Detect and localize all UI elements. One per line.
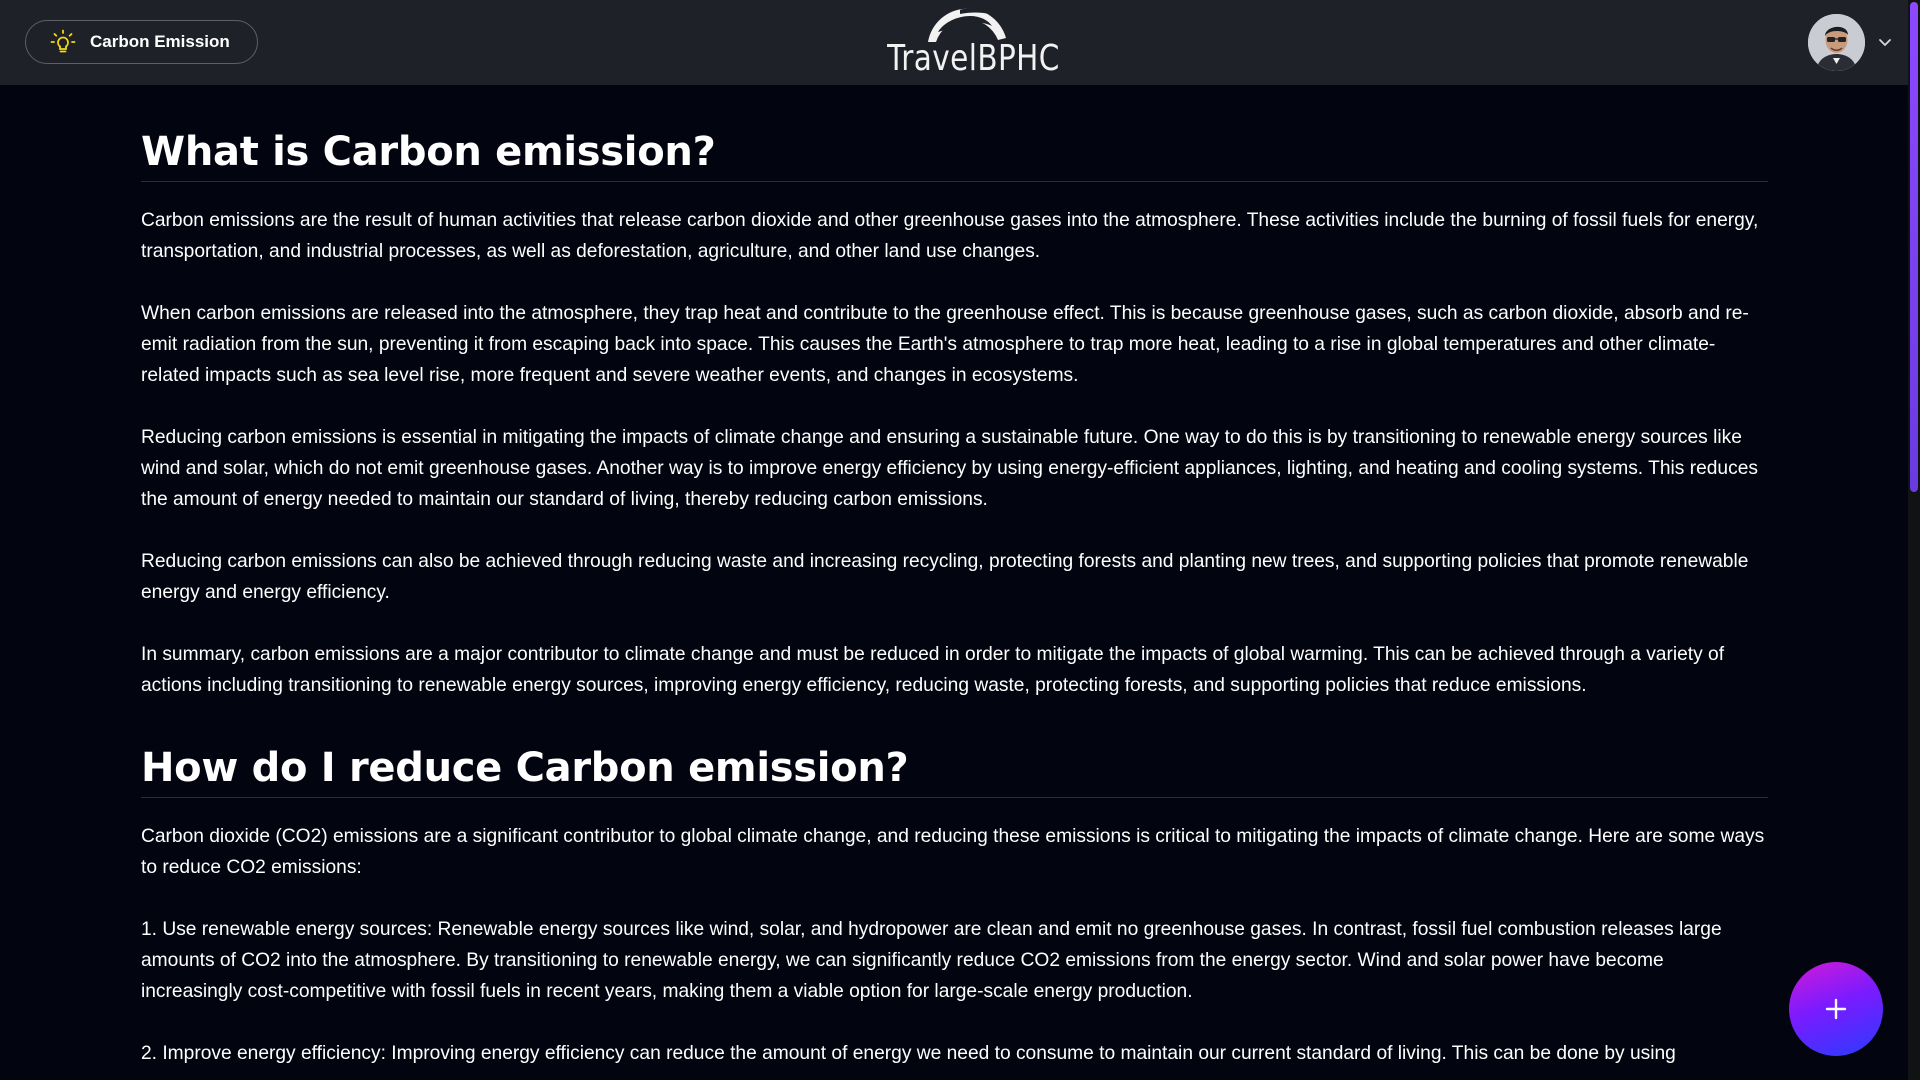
page-scrollbar[interactable] [1908,0,1920,1080]
scrollbar-thumb[interactable] [1910,2,1918,492]
travelbphc-logo[interactable]: TravelBPHC [870,4,1060,84]
paragraph: Carbon dioxide (CO2) emissions are a sig… [141,826,1765,878]
section-title-how-to-reduce: How do I reduce Carbon emission? [141,745,1768,798]
carbon-emission-label: Carbon Emission [90,32,230,51]
avatar-image [1808,14,1865,71]
paragraph: Reducing carbon emissions is essential i… [141,427,1758,510]
carbon-emission-button[interactable]: Carbon Emission [25,20,258,64]
lightbulb-icon [50,29,76,53]
paragraph: When carbon emissions are released into … [141,303,1749,386]
paragraph: Carbon emissions are the result of human… [141,210,1759,262]
main-content: What is Carbon emission? Carbon emission… [141,85,1768,1069]
paragraph: Reducing carbon emissions can also be ac… [141,551,1749,603]
user-avatar[interactable] [1808,14,1865,71]
section-title-what-is: What is Carbon emission? [141,129,1768,182]
logo-text: TravelBPHC [887,38,1060,79]
paragraph: 1. Use renewable energy sources: Renewab… [141,919,1722,1002]
top-navbar: Carbon Emission TravelBPHC [0,0,1908,85]
chevron-down-icon[interactable] [1877,34,1893,50]
paragraph: In summary, carbon emissions are a major… [141,644,1725,696]
add-button[interactable] [1789,962,1883,1056]
plus-icon [1825,998,1847,1020]
paragraph: 2. Improve energy efficiency: Improving … [141,1043,1676,1064]
